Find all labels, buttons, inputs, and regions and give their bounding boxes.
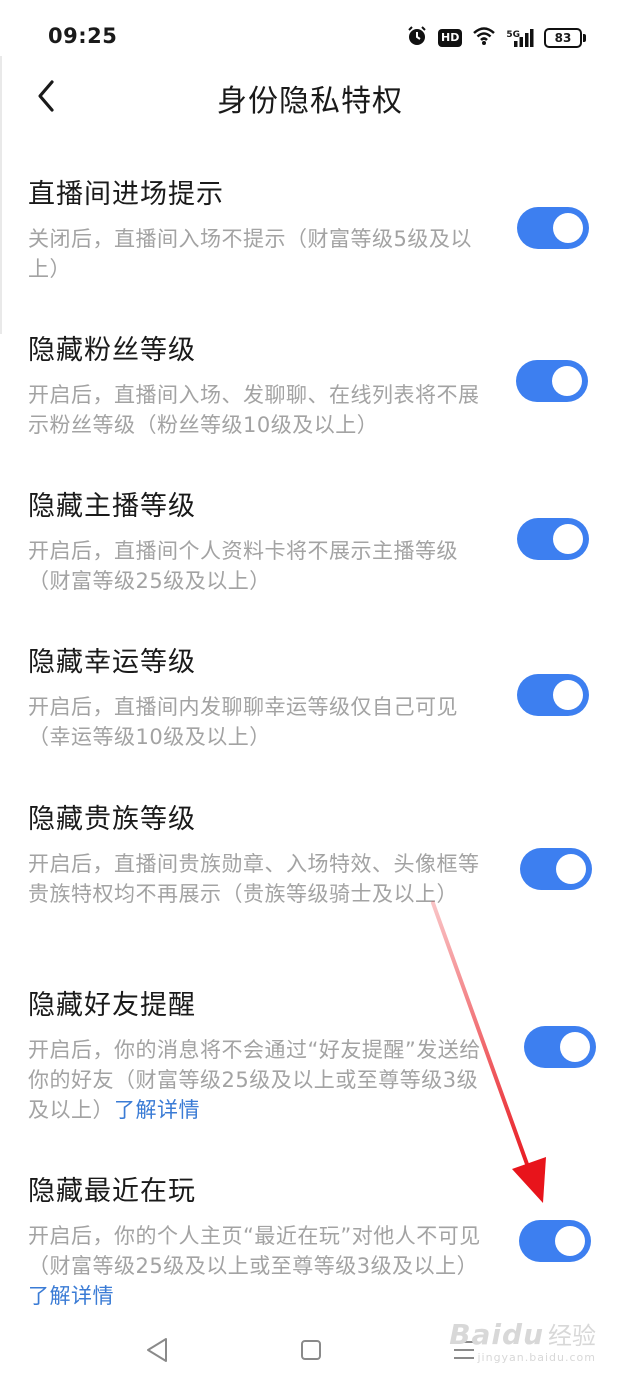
toggle-recently-played[interactable]	[519, 1220, 591, 1262]
toggle-knob	[553, 524, 583, 554]
setting-desc: 开启后，直播间内发聊聊幸运等级仅自己可见（幸运等级10级及以上）	[28, 695, 458, 749]
setting-title: 隐藏贵族等级	[28, 804, 196, 835]
page-title: 身份隐私特权	[217, 84, 403, 119]
signal-icon: 5G	[506, 28, 534, 48]
setting-title: 隐藏最近在玩	[28, 1176, 196, 1207]
learn-more-link[interactable]: 了解详情	[28, 1284, 114, 1308]
header-bar: 身份隐私特权	[0, 60, 620, 132]
toggle-entry-notice[interactable]	[517, 207, 589, 249]
menu-lines-icon	[454, 1341, 474, 1359]
status-icons: HD 5G 83	[406, 25, 586, 51]
setting-title: 隐藏主播等级	[28, 491, 196, 522]
setting-title: 隐藏粉丝等级	[28, 335, 196, 366]
system-nav-bar	[0, 1310, 620, 1386]
setting-desc: 开启后，直播间贵族勋章、入场特效、头像框等贵族特权均不再展示（贵族等级骑士及以上…	[28, 852, 480, 906]
setting-desc: 开启后，直播间入场、发聊聊、在线列表将不展示粉丝等级（粉丝等级10级及以上）	[28, 383, 480, 437]
toggle-knob	[560, 1032, 590, 1062]
toggle-knob	[553, 213, 583, 243]
toggle-fan-level[interactable]	[516, 360, 588, 402]
setting-title: 隐藏好友提醒	[28, 990, 196, 1021]
setting-title: 隐藏幸运等级	[28, 647, 196, 678]
nav-menu-button[interactable]	[444, 1330, 484, 1370]
nav-home-button[interactable]	[291, 1330, 331, 1370]
alarm-icon	[406, 25, 428, 51]
back-triangle-icon	[147, 1338, 167, 1362]
toggle-anchor-level[interactable]	[517, 518, 589, 560]
nav-back-button[interactable]	[138, 1330, 178, 1370]
toggle-luck-level[interactable]	[517, 674, 589, 716]
hd-badge: HD	[438, 29, 463, 47]
toggle-knob	[553, 680, 583, 710]
status-time: 09:25	[48, 24, 118, 48]
setting-desc: 开启后，你的消息将不会通过“好友提醒”发送给你的好友（财富等级25级及以上或至尊…	[28, 1035, 490, 1125]
wifi-icon	[472, 26, 496, 50]
setting-desc-text: 开启后，你的消息将不会通过“好友提醒”发送给你的好友（财富等级25级及以上或至尊…	[28, 1038, 481, 1122]
home-square-icon	[301, 1340, 321, 1360]
toggle-noble-level[interactable]	[520, 848, 592, 890]
toggle-friend-reminder[interactable]	[524, 1026, 596, 1068]
battery-icon: 83	[544, 28, 586, 48]
learn-more-link[interactable]: 了解详情	[114, 1098, 200, 1122]
toggle-knob	[555, 1226, 585, 1256]
setting-desc: 开启后，你的个人主页“最近在玩”对他人不可见（财富等级25级及以上或至尊等级3级…	[28, 1221, 490, 1311]
setting-desc-text: 开启后，你的个人主页“最近在玩”对他人不可见（财富等级25级及以上或至尊等级3级…	[28, 1224, 481, 1278]
toggle-knob	[552, 366, 582, 396]
setting-desc: 开启后，直播间个人资料卡将不展示主播等级（财富等级25级及以上）	[28, 539, 458, 593]
toggle-knob	[556, 854, 586, 884]
setting-desc: 关闭后，直播间入场不提示（财富等级5级及以上）	[28, 227, 472, 281]
setting-title: 直播间进场提示	[28, 179, 224, 210]
edge-divider	[0, 56, 2, 334]
network-label: 5G	[506, 30, 520, 40]
